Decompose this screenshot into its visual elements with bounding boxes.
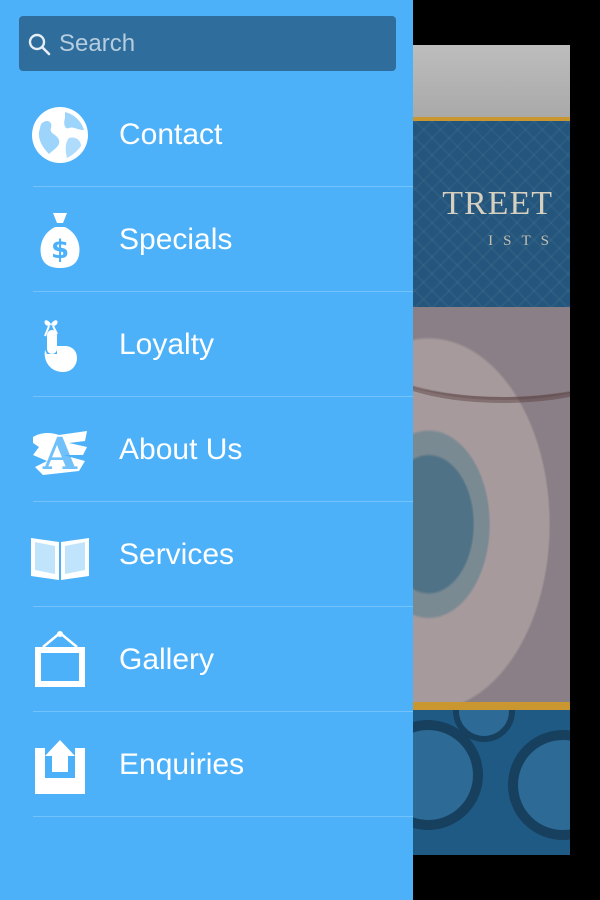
- background-logo-banner: TREET ISTS: [413, 121, 570, 307]
- menu-item-label: Loyalty: [119, 328, 215, 361]
- menu-item-label: Gallery: [119, 643, 215, 676]
- background-logo-subtitle: ISTS: [488, 233, 559, 249]
- menu-item-label: Contact: [119, 118, 223, 151]
- menu-item-contact[interactable]: Contact: [0, 82, 413, 187]
- svg-text:A: A: [42, 429, 78, 480]
- menu-item-label: About Us: [119, 433, 243, 466]
- inbox-upload-icon: [35, 740, 85, 794]
- background-eye-photo: [413, 307, 570, 702]
- globe-icon: [32, 107, 88, 163]
- search-input[interactable]: [57, 28, 381, 59]
- menu-item-label: Services: [119, 538, 235, 571]
- background-logo-word: TREET: [442, 185, 553, 222]
- background-gold-strip: [413, 702, 570, 710]
- background-app: TREET ISTS: [380, 0, 600, 900]
- svg-text:$: $: [51, 235, 69, 265]
- menu-item-label: Enquiries: [119, 748, 245, 781]
- search-icon: [28, 33, 51, 55]
- background-app-screen: TREET ISTS: [413, 45, 570, 855]
- open-book-icon: [31, 538, 89, 580]
- finger-ribbon-icon: [44, 320, 77, 372]
- drawer-menu: Contact $ Specials Loyalty A About Us Se…: [0, 82, 413, 817]
- menu-item-gallery[interactable]: Gallery: [0, 607, 413, 712]
- menu-item-specials[interactable]: $ Specials: [0, 187, 413, 292]
- money-bag-icon: $: [40, 213, 80, 268]
- picture-frame-icon: [35, 631, 85, 687]
- menu-item-services[interactable]: Services: [0, 502, 413, 607]
- menu-item-enquiries[interactable]: Enquiries: [0, 712, 413, 817]
- side-drawer: Contact $ Specials Loyalty A: [0, 0, 413, 900]
- menu-item-about-us[interactable]: A About Us: [0, 397, 413, 502]
- menu-item-label: Specials: [119, 223, 233, 256]
- menu-item-loyalty[interactable]: Loyalty: [0, 292, 413, 397]
- search-bar[interactable]: [19, 16, 396, 71]
- letter-a-icon: A: [33, 429, 87, 480]
- background-instruments-photo: [413, 710, 570, 855]
- background-topbar: [413, 45, 570, 121]
